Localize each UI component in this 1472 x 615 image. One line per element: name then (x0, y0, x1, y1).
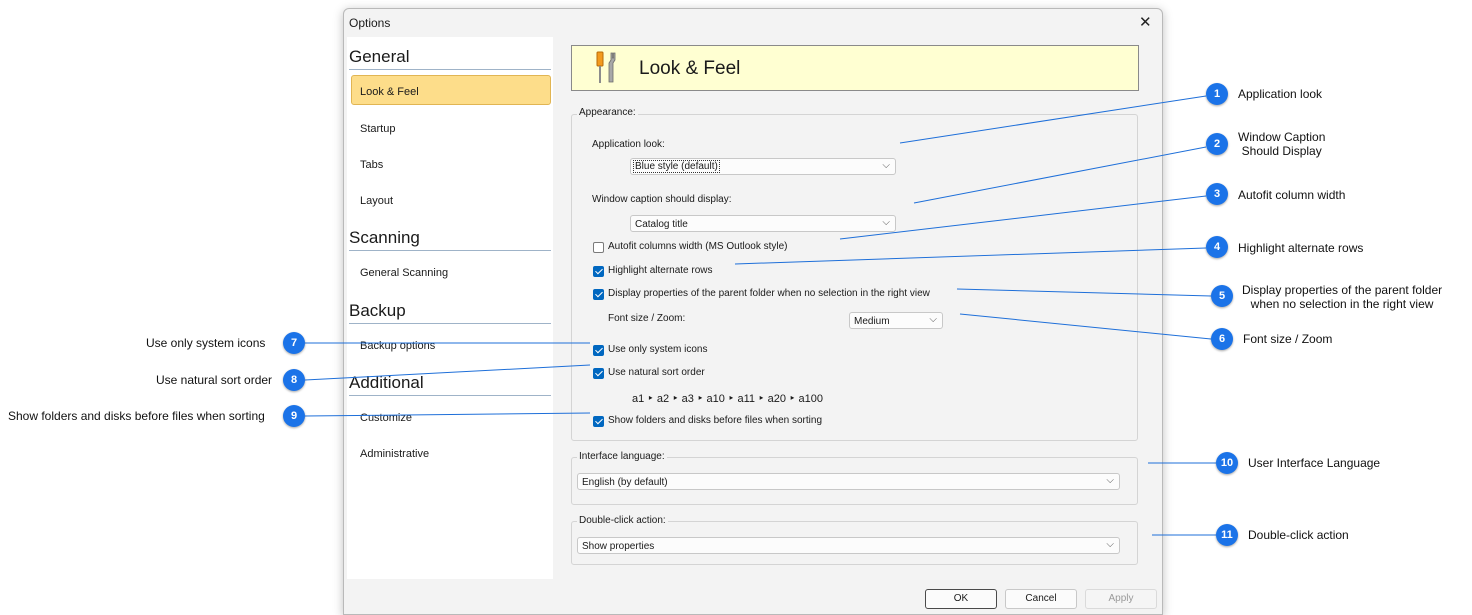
callout-badge-10: 10 (1216, 452, 1238, 474)
callout-label-6: Font size / Zoom (1243, 332, 1333, 346)
callout-label-1: Application look (1238, 87, 1323, 101)
callout-line-2 (913, 146, 1207, 204)
callout-line-5 (956, 288, 1212, 297)
callout-line-9 (304, 412, 591, 417)
callout-line-8 (304, 364, 591, 381)
callout-line-4 (734, 247, 1207, 265)
callout-badge-1: 1 (1206, 83, 1228, 105)
callout-label-2: Window Caption Should Display (1238, 130, 1326, 158)
callout-label-3: Autofit column width (1238, 188, 1346, 202)
callout-line-6 (959, 313, 1212, 340)
callout-badge-5: 5 (1211, 285, 1233, 307)
callout-label-5: Display properties of the parent folder … (1242, 283, 1443, 311)
callout-badge-4: 4 (1206, 236, 1228, 258)
callout-label-7: Use only system icons (146, 336, 266, 350)
callout-badge-11: 11 (1216, 524, 1238, 546)
callout-label-8: Use natural sort order (156, 373, 273, 387)
callout-line-1 (899, 95, 1207, 144)
callout-label-9: Show folders and disks before files when… (8, 409, 265, 423)
callout-label-10: User Interface Language (1248, 456, 1381, 470)
callout-label-11: Double-click action (1248, 528, 1349, 542)
callout-badge-8: 8 (283, 369, 305, 391)
callout-badge-6: 6 (1211, 328, 1233, 350)
callout-label-4: Highlight alternate rows (1238, 241, 1364, 255)
callout-badge-7: 7 (283, 332, 305, 354)
callout-badge-2: 2 (1206, 133, 1228, 155)
callout-line-3 (839, 195, 1207, 240)
callout-badge-9: 9 (283, 405, 305, 427)
callout-badge-3: 3 (1206, 183, 1228, 205)
